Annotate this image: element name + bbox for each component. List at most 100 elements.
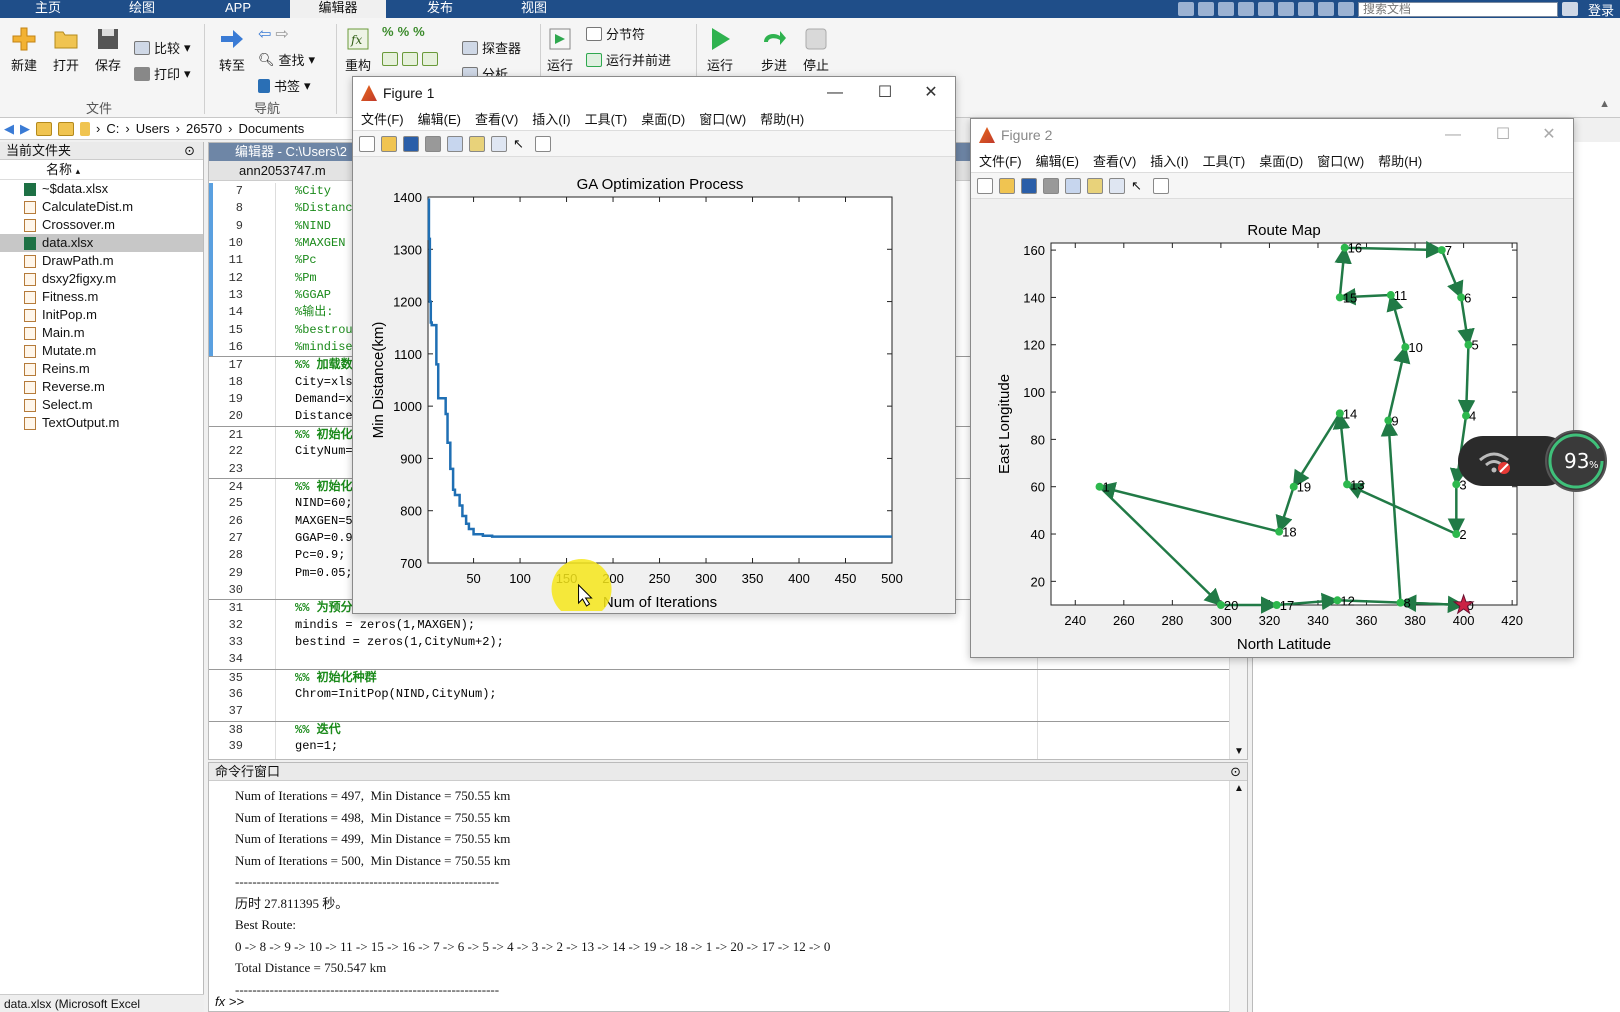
tab-apps[interactable]: APP bbox=[196, 0, 280, 18]
minimize-icon[interactable]: — bbox=[815, 77, 855, 109]
open-button[interactable]: 打开 bbox=[48, 26, 84, 74]
save-figure-icon[interactable] bbox=[403, 135, 419, 152]
file-item[interactable]: Mutate.m bbox=[0, 342, 203, 360]
figure-menu-item[interactable]: 插入(I) bbox=[1150, 151, 1188, 172]
figure1-titlebar[interactable]: Figure 1 — ☐ ✕ bbox=[353, 77, 955, 109]
step-button[interactable]: 步进 bbox=[756, 26, 792, 74]
save-icon[interactable] bbox=[1177, 2, 1194, 16]
back-arrow-icon[interactable]: ◀ bbox=[4, 121, 14, 137]
file-item[interactable]: Reins.m bbox=[0, 360, 203, 378]
collapse-ribbon-icon[interactable]: ▲ bbox=[1599, 98, 1610, 110]
figure-menu-item[interactable]: 插入(I) bbox=[532, 109, 570, 130]
file-item[interactable]: data.xlsx bbox=[0, 234, 203, 252]
network-speed-widget[interactable]: 93 % bbox=[1458, 430, 1608, 492]
figure-menu-item[interactable]: 编辑(E) bbox=[1036, 151, 1079, 172]
minimize-icon[interactable]: — bbox=[1433, 119, 1473, 151]
smart-indent-icon[interactable] bbox=[382, 52, 398, 66]
doc-search-input[interactable]: 搜索文档 bbox=[1357, 1, 1558, 17]
panel-menu-icon[interactable]: ⊙ bbox=[184, 142, 195, 160]
copy-icon[interactable] bbox=[1217, 2, 1234, 16]
figure-menu-item[interactable]: 查看(V) bbox=[475, 109, 518, 130]
colorbar-icon[interactable] bbox=[469, 135, 485, 152]
code-line[interactable]: 38 %% 迭代 bbox=[209, 720, 1231, 738]
print-figure-icon[interactable] bbox=[425, 135, 441, 152]
breadcrumb-drive[interactable]: C: bbox=[106, 121, 119, 136]
paste-icon[interactable] bbox=[1237, 2, 1254, 16]
new-figure-icon[interactable] bbox=[359, 135, 375, 152]
file-item[interactable]: ~$data.xlsx bbox=[0, 180, 203, 198]
figure-menu-item[interactable]: 编辑(E) bbox=[418, 109, 461, 130]
save-button[interactable]: 保存 bbox=[90, 26, 126, 74]
close-icon[interactable]: ✕ bbox=[911, 77, 951, 109]
help-icon[interactable] bbox=[1317, 2, 1334, 16]
undo-icon[interactable] bbox=[1257, 2, 1274, 16]
ga-optimization-chart[interactable]: GA Optimization Process Num of Iterations… bbox=[353, 157, 953, 611]
open-file-icon[interactable] bbox=[381, 135, 397, 152]
bookmark-button[interactable]: 书签 ▾ bbox=[258, 76, 311, 95]
maximize-icon[interactable]: ☐ bbox=[1483, 119, 1523, 151]
wrap-comment-icon[interactable]: % bbox=[413, 24, 425, 39]
bell-icon[interactable] bbox=[1561, 2, 1578, 16]
figure-menu-item[interactable]: 帮助(H) bbox=[760, 109, 804, 130]
maximize-icon[interactable]: ☐ bbox=[865, 77, 905, 109]
tab-view[interactable]: 视图 bbox=[494, 0, 574, 18]
new-figure-icon[interactable] bbox=[977, 177, 993, 194]
file-item[interactable]: TextOutput.m bbox=[0, 414, 203, 432]
link-plot-icon[interactable] bbox=[447, 135, 463, 152]
find-button[interactable]: 🔍︎ 查找 ▾ bbox=[258, 50, 315, 69]
code-line[interactable]: 37 bbox=[209, 703, 1231, 720]
breadcrumb-user[interactable]: 26570 bbox=[186, 121, 222, 136]
browse-folder-icon[interactable] bbox=[58, 121, 74, 136]
login-link[interactable]: 登录 bbox=[1582, 0, 1620, 19]
code-line[interactable]: 36 Chrom=InitPop(NIND,CityNum); bbox=[209, 686, 1231, 703]
figure-menu-item[interactable]: 查看(V) bbox=[1093, 151, 1136, 172]
legend-icon[interactable] bbox=[1109, 177, 1125, 194]
pointer-icon[interactable]: ↖ bbox=[513, 136, 529, 152]
options-icon[interactable] bbox=[1337, 2, 1354, 16]
run-button[interactable]: 运行 bbox=[702, 26, 738, 74]
file-details-bar[interactable]: data.xlsx (Microsoft Excel bbox=[0, 994, 204, 1012]
figure-menu-item[interactable]: 桌面(D) bbox=[641, 109, 685, 130]
file-item[interactable]: Main.m bbox=[0, 324, 203, 342]
route-map-chart[interactable]: Route MapNorth LatitudeEast Longitude240… bbox=[971, 199, 1571, 655]
indent-icon[interactable] bbox=[402, 52, 418, 66]
breadcrumb-documents[interactable]: Documents bbox=[238, 121, 304, 136]
colorbar-icon[interactable] bbox=[1087, 177, 1103, 194]
back-forward-buttons[interactable]: ⇦ ⇨ bbox=[258, 24, 289, 44]
stop-button[interactable]: 停止 bbox=[798, 26, 834, 74]
legend-icon[interactable] bbox=[491, 135, 507, 152]
command-scrollbar[interactable]: ▲ bbox=[1229, 781, 1247, 1012]
figure-menu-item[interactable]: 文件(F) bbox=[979, 151, 1022, 172]
panel-menu-icon[interactable]: ⊙ bbox=[1230, 763, 1241, 781]
tab-plots[interactable]: 绘图 bbox=[100, 0, 184, 18]
up-folder-icon[interactable] bbox=[36, 121, 52, 136]
tab-home[interactable]: 主页 bbox=[10, 0, 86, 18]
file-item[interactable]: InitPop.m bbox=[0, 306, 203, 324]
figure-menu-item[interactable]: 文件(F) bbox=[361, 109, 404, 130]
file-item[interactable]: Reverse.m bbox=[0, 378, 203, 396]
profiler-button[interactable]: 探查器 bbox=[462, 38, 521, 57]
file-item[interactable]: Select.m bbox=[0, 396, 203, 414]
file-item[interactable]: dsxy2figxy.m bbox=[0, 270, 203, 288]
save-figure-icon[interactable] bbox=[1021, 177, 1037, 194]
percent-curly-icon[interactable]: % bbox=[398, 24, 410, 39]
code-line[interactable]: 35 %% 初始化种群 bbox=[209, 668, 1231, 686]
print-button[interactable]: 打印 ▾ bbox=[134, 64, 191, 83]
comment-tools[interactable]: % % % bbox=[382, 24, 425, 39]
figure-menu-item[interactable]: 桌面(D) bbox=[1259, 151, 1303, 172]
goto-button[interactable]: 转至 bbox=[214, 26, 250, 74]
command-prompt[interactable]: fx >> bbox=[215, 994, 244, 1009]
figure-menu-item[interactable]: 工具(T) bbox=[585, 109, 628, 130]
figure-menu-item[interactable]: 窗口(W) bbox=[699, 109, 746, 130]
back-arrow-icon[interactable]: ⇦ bbox=[258, 24, 271, 44]
run-advance-button[interactable]: 运行并前进 bbox=[586, 50, 671, 69]
run-section-button[interactable]: 运行 bbox=[542, 26, 578, 74]
scroll-down-icon[interactable]: ▼ bbox=[1234, 746, 1244, 757]
name-column-header[interactable]: 名称 ▴ bbox=[0, 160, 203, 180]
open-file-icon[interactable] bbox=[999, 177, 1015, 194]
file-item[interactable]: Crossover.m bbox=[0, 216, 203, 234]
property-editor-icon[interactable] bbox=[1153, 177, 1169, 194]
property-editor-icon[interactable] bbox=[535, 135, 551, 152]
file-item[interactable]: DrawPath.m bbox=[0, 252, 203, 270]
figure1-window[interactable]: Figure 1 — ☐ ✕ 文件(F) 编辑(E) 查看(V) 插入(I) 工具(T)… bbox=[352, 76, 956, 614]
